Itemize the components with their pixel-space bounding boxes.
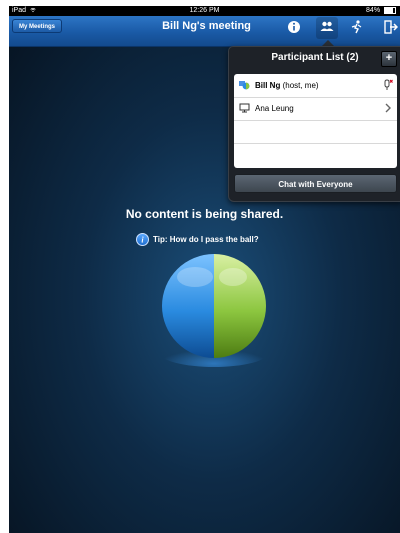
no-content-message: No content is being shared. [125,207,284,221]
computer-icon [239,103,250,113]
participant-list-title: Participant List (2) [271,52,359,63]
add-participant-button[interactable]: + [381,51,397,67]
participant-row-bill-ng[interactable]: Bill Ng (host, me) [234,74,397,98]
tip-link[interactable]: Tip: How do I pass the ball? [153,233,259,247]
battery-percent: 84% [366,7,381,14]
battery-icon [384,6,396,14]
status-time: 12:26 PM [189,7,220,14]
meeting-title: Bill Ng's meeting [162,20,251,32]
ball-pass-icon[interactable] [349,19,365,35]
battery-indicator: 84% [366,6,396,16]
empty-row [234,120,397,144]
participant-list: Bill Ng (host, me) Ana Leung [234,74,397,168]
participant-name: Bill Ng [255,81,281,90]
svg-text:i: i [141,236,144,245]
leave-meeting-icon[interactable] [382,19,398,35]
participants-icon[interactable] [319,19,335,35]
participant-label: Bill Ng (host, me) [255,81,319,90]
info-icon[interactable] [286,19,302,35]
mute-icon[interactable] [383,79,393,91]
chevron-right-icon[interactable] [383,102,393,114]
tip-info-icon[interactable]: i [136,233,149,246]
meeting-ball-icon [160,254,268,367]
participant-role: (host, me) [282,81,319,90]
host-presenter-icon [239,81,250,90]
participant-list-popover: Participant List (2) + Bill Ng (host, me… [228,46,400,202]
chat-with-everyone-button[interactable]: Chat with Everyone [234,174,397,193]
my-meetings-button[interactable]: My Meetings [12,19,62,33]
participant-row-ana-leung[interactable]: Ana Leung [234,97,397,121]
meeting-screen: iPad 12:26 PM 84% My Meetings Bill Ng's … [9,6,400,533]
participant-name: Ana Leung [255,104,294,113]
status-bar: iPad 12:26 PM 84% [9,6,400,16]
